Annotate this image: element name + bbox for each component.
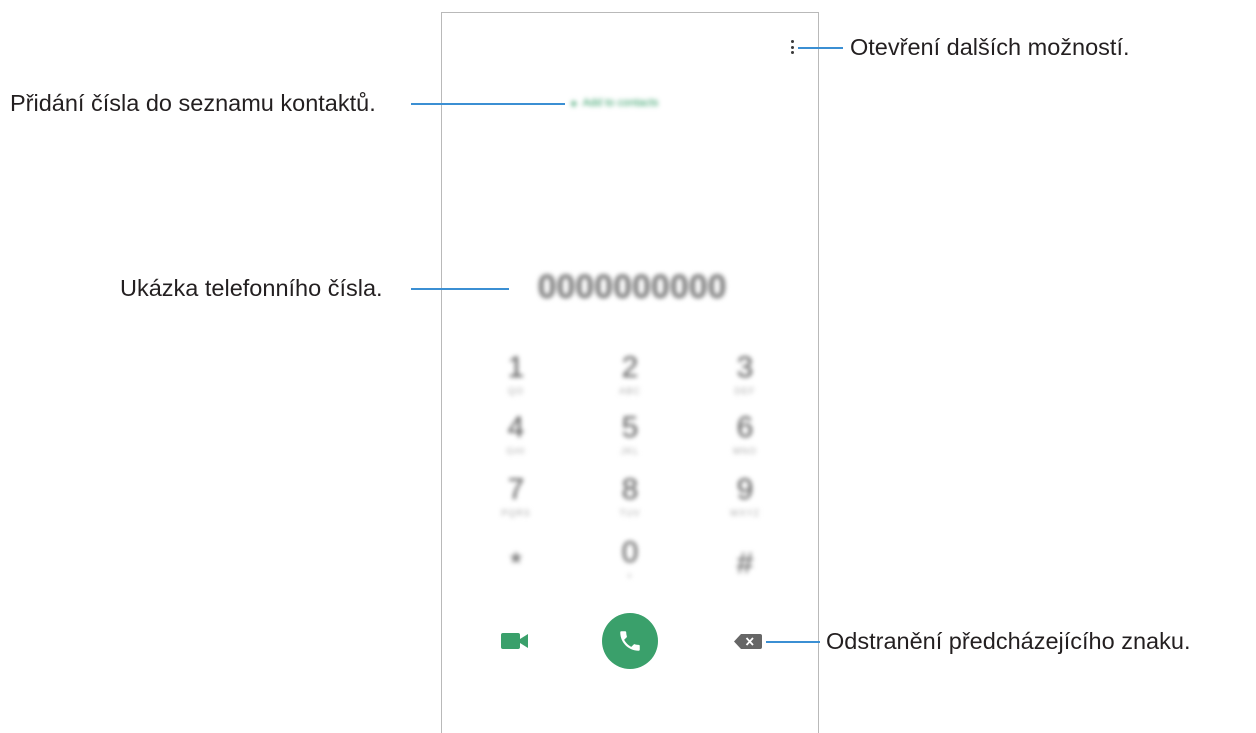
- key-letters: DEF: [734, 386, 756, 396]
- key-letters: QO: [507, 386, 524, 396]
- phone-number-display: 0000000000: [537, 268, 727, 306]
- key-9[interactable]: 9 WXYZ: [715, 474, 775, 534]
- key-digit: 6: [736, 411, 754, 444]
- key-letters: TUV: [619, 508, 641, 518]
- key-4[interactable]: 4 GHI: [486, 412, 546, 472]
- key-digit: 1: [507, 351, 525, 384]
- phone-call-icon: [620, 631, 640, 651]
- key-7[interactable]: 7 PQRS: [486, 474, 546, 534]
- key-letters: +: [626, 571, 634, 581]
- key-letters: GHI: [506, 446, 526, 456]
- key-letters: ABC: [619, 386, 641, 396]
- menu-dot: [790, 51, 794, 54]
- key-digit: 4: [507, 411, 525, 444]
- callout-delete-char: Odstranění předcházejícího znaku.: [826, 628, 1191, 654]
- key-digit: 0: [621, 536, 639, 569]
- key-hash[interactable]: #: [715, 548, 775, 608]
- add-to-contacts-label: Add to contacts: [582, 97, 659, 109]
- key-digit: #: [736, 547, 754, 580]
- callout-line-backspace: [766, 641, 820, 643]
- key-digit: *: [510, 547, 522, 580]
- key-digit: 7: [507, 473, 525, 506]
- key-3[interactable]: 3 DEF: [715, 352, 775, 412]
- callout-line-more-options: [798, 47, 843, 49]
- call-button[interactable]: [602, 613, 658, 669]
- key-2[interactable]: 2 ABC: [600, 352, 660, 412]
- video-call-icon[interactable]: [501, 632, 529, 650]
- key-1[interactable]: 1 QO: [486, 352, 546, 412]
- key-letters: MNO: [733, 446, 757, 456]
- menu-dot: [790, 40, 794, 43]
- key-6[interactable]: 6 MNO: [715, 412, 775, 472]
- callout-line-number: [411, 288, 509, 290]
- backspace-icon[interactable]: [734, 634, 762, 649]
- callout-line-add-contacts: [411, 103, 565, 105]
- key-8[interactable]: 8 TUV: [600, 474, 660, 534]
- callout-more-options: Otevření dalších možností.: [850, 34, 1130, 60]
- key-5[interactable]: 5 JKL: [600, 412, 660, 472]
- key-letters: WXYZ: [730, 508, 760, 518]
- key-letters: JKL: [620, 446, 640, 456]
- key-star[interactable]: *: [486, 548, 546, 608]
- key-digit: 3: [736, 351, 754, 384]
- key-0[interactable]: 0 +: [600, 537, 660, 597]
- menu-dot: [790, 45, 794, 49]
- key-digit: 5: [621, 411, 639, 444]
- more-options-icon[interactable]: [788, 40, 796, 54]
- add-to-contacts-button[interactable]: + Add to contacts: [570, 94, 698, 112]
- plus-icon: +: [570, 95, 578, 111]
- key-digit: 2: [621, 351, 639, 384]
- callout-number-preview: Ukázka telefonního čísla.: [120, 275, 383, 301]
- key-digit: 8: [621, 473, 639, 506]
- key-digit: 9: [736, 473, 754, 506]
- key-letters: PQRS: [501, 508, 531, 518]
- callout-add-to-contacts: Přidání čísla do seznamu kontaktů.: [10, 90, 376, 116]
